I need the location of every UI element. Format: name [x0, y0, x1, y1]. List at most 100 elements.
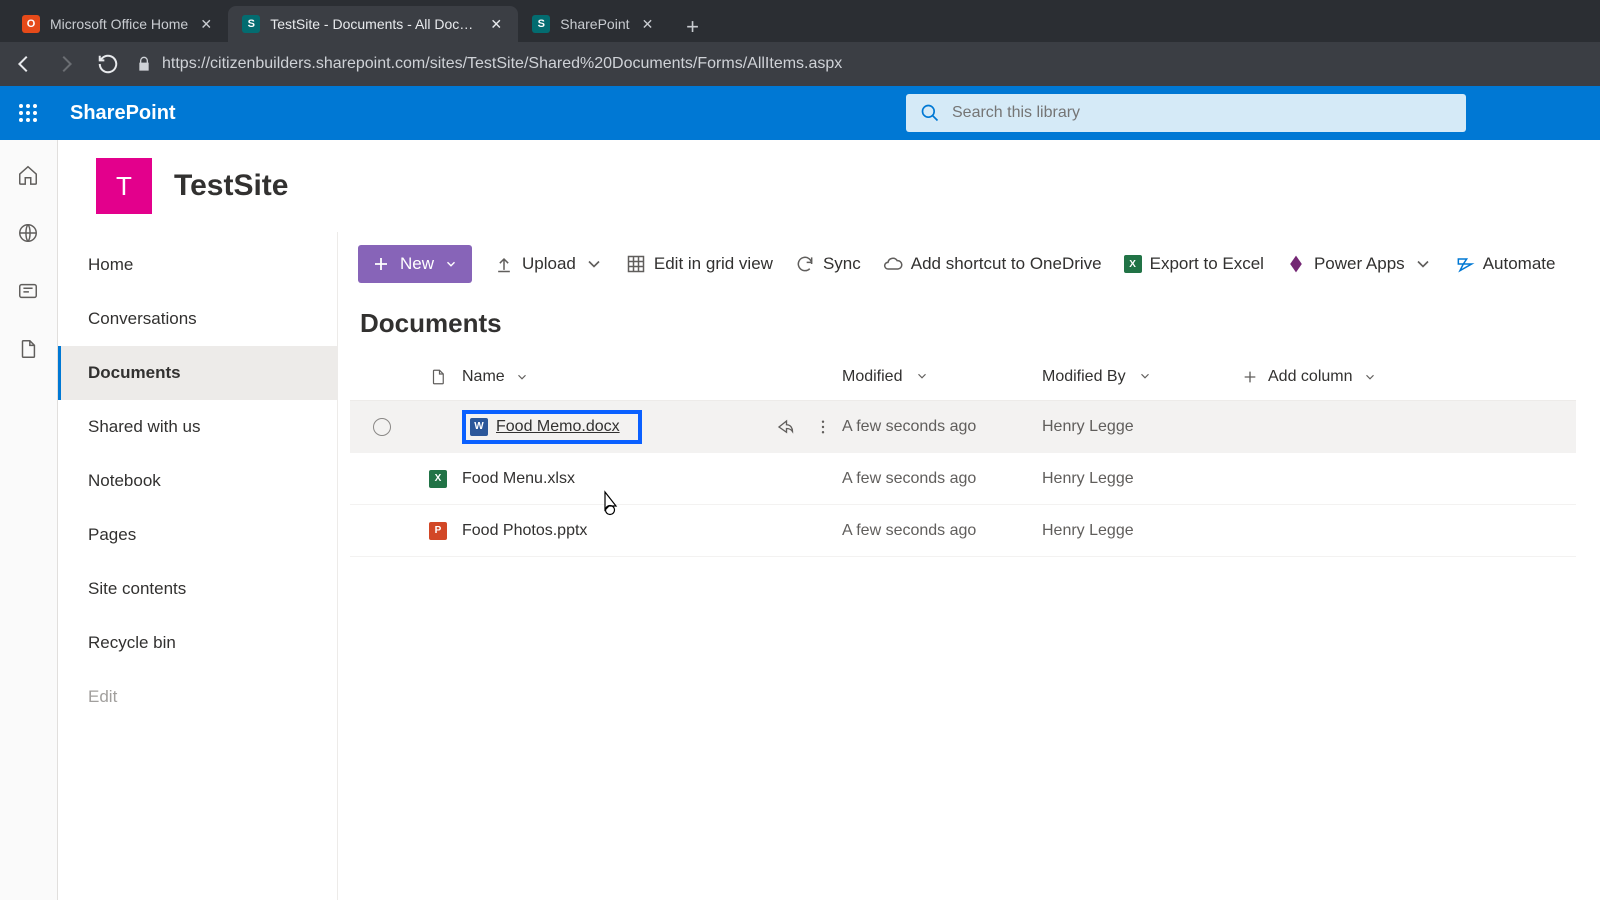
close-icon[interactable]: ✕ [640, 16, 656, 32]
main-column: T TestSite Home Conversations Documents … [58, 140, 1600, 900]
new-button[interactable]: New [358, 245, 472, 283]
export-excel-button[interactable]: X Export to Excel [1124, 254, 1264, 274]
app-launcher-icon[interactable] [14, 99, 42, 127]
command-bar: New Upload Edit in grid view Sync [350, 232, 1576, 288]
share-icon[interactable] [776, 418, 804, 436]
close-icon[interactable]: ✕ [198, 16, 214, 32]
cell-modified: A few seconds ago [842, 522, 1042, 540]
add-shortcut-button[interactable]: Add shortcut to OneDrive [883, 254, 1102, 274]
cell-modified-by[interactable]: Henry Legge [1042, 522, 1242, 540]
sync-icon [795, 254, 815, 274]
header-add-column[interactable]: Add column [1242, 368, 1576, 386]
close-icon[interactable]: ✕ [488, 16, 504, 32]
cell-modified-by[interactable]: Henry Legge [1042, 418, 1242, 436]
back-button[interactable] [10, 50, 38, 78]
site-nav: Home Conversations Documents Shared with… [58, 232, 338, 900]
sharepoint-header: SharePoint [0, 86, 1600, 140]
table-row[interactable]: X Food Menu.xlsx A few seconds ago Henry… [350, 453, 1576, 505]
canvas: New Upload Edit in grid view Sync [338, 232, 1600, 900]
more-icon[interactable] [814, 418, 842, 436]
header-modified[interactable]: Modified [842, 368, 1042, 386]
plus-icon [1242, 369, 1258, 385]
upload-icon [494, 254, 514, 274]
documents-table: Name Modified Modified By [350, 353, 1576, 557]
power-apps-button[interactable]: Power Apps [1286, 254, 1433, 274]
sidenav-item-site-contents[interactable]: Site contents [58, 562, 337, 616]
excel-icon: X [1124, 255, 1142, 273]
url-field[interactable]: https://citizenbuilders.sharepoint.com/s… [136, 55, 842, 73]
address-bar: https://citizenbuilders.sharepoint.com/s… [0, 42, 1600, 86]
globe-icon[interactable] [17, 222, 41, 246]
cell-modified: A few seconds ago [842, 470, 1042, 488]
upload-button[interactable]: Upload [494, 254, 604, 274]
edit-grid-button[interactable]: Edit in grid view [626, 254, 773, 274]
cell-modified: A few seconds ago [842, 418, 1042, 436]
header-modified-label: Modified [842, 368, 902, 385]
row-select[interactable] [373, 418, 391, 436]
sidenav-item-conversations[interactable]: Conversations [58, 292, 337, 346]
header-modified-by[interactable]: Modified By [1042, 368, 1242, 386]
sidenav-item-recycle-bin[interactable]: Recycle bin [58, 616, 337, 670]
search-box[interactable] [906, 94, 1466, 132]
home-icon[interactable] [17, 164, 41, 188]
browser-tab-active[interactable]: S TestSite - Documents - All Docum ✕ [228, 6, 518, 42]
header-add-column-label: Add column [1268, 368, 1353, 386]
header-name[interactable]: Name [462, 368, 842, 386]
search-icon [920, 103, 940, 123]
new-tab-button[interactable]: + [678, 12, 708, 42]
file-name[interactable]: Food Photos.pptx [462, 522, 587, 540]
favicon-sharepoint: S [532, 15, 550, 33]
reload-button[interactable] [94, 50, 122, 78]
browser-tab-strip: O Microsoft Office Home ✕ S TestSite - D… [0, 0, 1600, 42]
files-icon[interactable] [17, 338, 41, 362]
header-modified-by-label: Modified By [1042, 368, 1126, 385]
table-header: Name Modified Modified By [350, 353, 1576, 401]
page-title: Documents [350, 288, 1576, 353]
header-filetype-icon[interactable] [414, 368, 462, 386]
forward-button[interactable] [52, 50, 80, 78]
automate-button[interactable]: Automate [1455, 254, 1556, 274]
sidenav-item-shared[interactable]: Shared with us [58, 400, 337, 454]
highlight-box: W Food Memo.docx [462, 410, 642, 444]
excel-icon: X [429, 470, 447, 488]
table-row[interactable]: W Food Memo.docx A few seconds ago [350, 401, 1576, 453]
automate-label: Automate [1483, 254, 1556, 274]
chevron-down-icon [444, 257, 458, 271]
sharepoint-brand[interactable]: SharePoint [70, 102, 176, 125]
cell-modified-by[interactable]: Henry Legge [1042, 470, 1242, 488]
sidenav-item-notebook[interactable]: Notebook [58, 454, 337, 508]
left-rail [0, 140, 58, 900]
site-logo[interactable]: T [96, 158, 152, 214]
file-link[interactable]: Food Memo.docx [496, 418, 620, 436]
sidenav-item-documents[interactable]: Documents [58, 346, 337, 400]
browser-tab[interactable]: S SharePoint ✕ [518, 6, 669, 42]
favicon-sharepoint: S [242, 15, 260, 33]
lock-icon [136, 56, 152, 72]
sidenav-item-pages[interactable]: Pages [58, 508, 337, 562]
news-icon[interactable] [17, 280, 41, 304]
table-row[interactable]: P Food Photos.pptx A few seconds ago Hen… [350, 505, 1576, 557]
site-title[interactable]: TestSite [174, 169, 288, 203]
chevron-down-icon [1138, 369, 1152, 383]
tab-title: TestSite - Documents - All Docum [270, 16, 478, 32]
upload-label: Upload [522, 254, 576, 274]
sidenav-item-edit[interactable]: Edit [58, 670, 337, 724]
sync-button[interactable]: Sync [795, 254, 861, 274]
export-excel-label: Export to Excel [1150, 254, 1264, 274]
tab-title: SharePoint [560, 16, 629, 32]
word-icon: W [470, 418, 488, 436]
chevron-down-icon [515, 370, 529, 384]
search-input[interactable] [952, 104, 1452, 122]
sidenav-item-home[interactable]: Home [58, 238, 337, 292]
favicon-office: O [22, 15, 40, 33]
workspace: T TestSite Home Conversations Documents … [0, 140, 1600, 900]
url-text: https://citizenbuilders.sharepoint.com/s… [162, 55, 842, 73]
browser-tab[interactable]: O Microsoft Office Home ✕ [8, 6, 228, 42]
chevron-down-icon [1363, 370, 1377, 384]
grid-icon [626, 254, 646, 274]
power-apps-label: Power Apps [1314, 254, 1405, 274]
chevron-down-icon [915, 369, 929, 383]
file-name[interactable]: Food Menu.xlsx [462, 470, 575, 488]
automate-icon [1455, 254, 1475, 274]
chevron-down-icon [584, 254, 604, 274]
